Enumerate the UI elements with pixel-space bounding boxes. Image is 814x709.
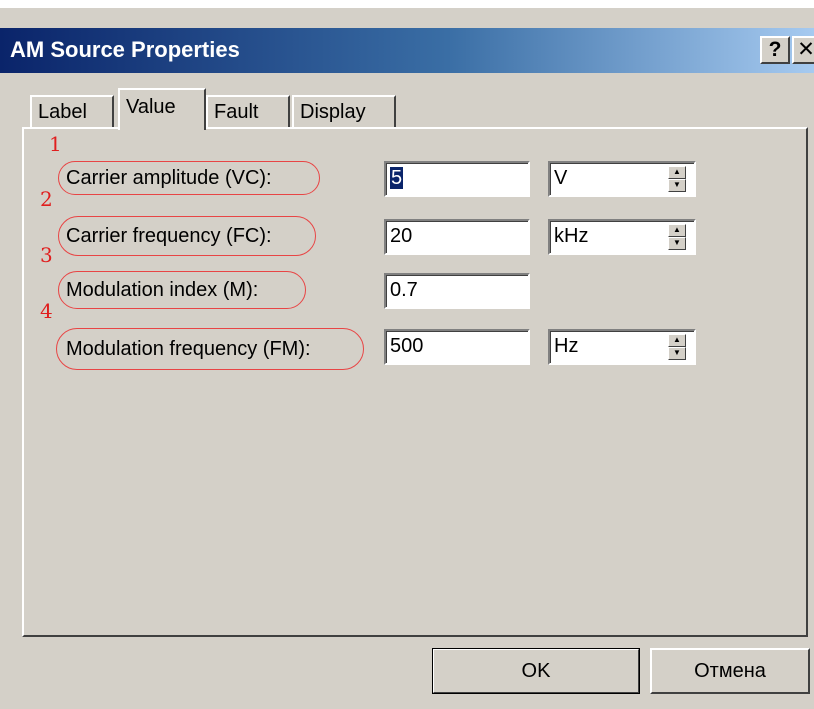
modulation-index-label: Modulation index (M): — [66, 279, 259, 301]
window-title: AM Source Properties — [10, 37, 240, 62]
dialog-window: AM Source Properties ? ✕ Label Value Fau… — [0, 8, 814, 709]
carrier-amplitude-unit-select[interactable]: V ▲ ▼ — [548, 161, 696, 197]
tab-display[interactable]: Display — [292, 95, 396, 127]
spin-up-icon[interactable]: ▲ — [668, 224, 686, 237]
annotation-marker-4: 4 — [40, 299, 53, 323]
annotation-marker-3: 3 — [40, 243, 53, 267]
modulation-frequency-input[interactable]: 500 — [384, 329, 530, 365]
modulation-index-input[interactable]: 0.7 — [384, 273, 530, 309]
modulation-frequency-unit-select[interactable]: Hz ▲ ▼ — [548, 329, 696, 365]
carrier-frequency-label: Carrier frequency (FC): — [66, 225, 272, 247]
annotation-marker-1: 1 — [49, 132, 62, 156]
carrier-amplitude-spinner[interactable]: ▲ ▼ — [668, 166, 686, 192]
close-button[interactable]: ✕ — [792, 36, 814, 64]
modulation-frequency-label: Modulation frequency (FM): — [66, 338, 311, 360]
spin-down-icon[interactable]: ▼ — [668, 237, 686, 250]
spin-up-icon[interactable]: ▲ — [668, 334, 686, 347]
modulation-frequency-unit-value: Hz — [554, 335, 579, 357]
carrier-frequency-unit-value: kHz — [554, 225, 589, 247]
spin-down-icon[interactable]: ▼ — [668, 179, 686, 192]
carrier-amplitude-label: Carrier amplitude (VC): — [66, 167, 272, 189]
title-bar[interactable]: AM Source Properties ? ✕ — [0, 28, 814, 73]
carrier-frequency-input[interactable]: 20 — [384, 219, 530, 255]
tab-value[interactable]: Value — [118, 88, 206, 130]
carrier-frequency-unit-select[interactable]: kHz ▲ ▼ — [548, 219, 696, 255]
carrier-amplitude-unit-value: V — [554, 167, 568, 189]
cancel-button[interactable]: Отмена — [650, 648, 810, 694]
value-tab-panel — [22, 127, 808, 637]
modulation-frequency-spinner[interactable]: ▲ ▼ — [668, 334, 686, 360]
carrier-amplitude-input[interactable]: 5 — [384, 161, 530, 197]
tab-fault[interactable]: Fault — [206, 95, 290, 127]
spin-up-icon[interactable]: ▲ — [668, 166, 686, 179]
spin-down-icon[interactable]: ▼ — [668, 347, 686, 360]
help-button[interactable]: ? — [760, 36, 790, 64]
ok-button[interactable]: OK — [432, 648, 640, 694]
annotation-marker-2: 2 — [40, 187, 53, 211]
tab-label[interactable]: Label — [30, 95, 114, 127]
carrier-frequency-spinner[interactable]: ▲ ▼ — [668, 224, 686, 250]
